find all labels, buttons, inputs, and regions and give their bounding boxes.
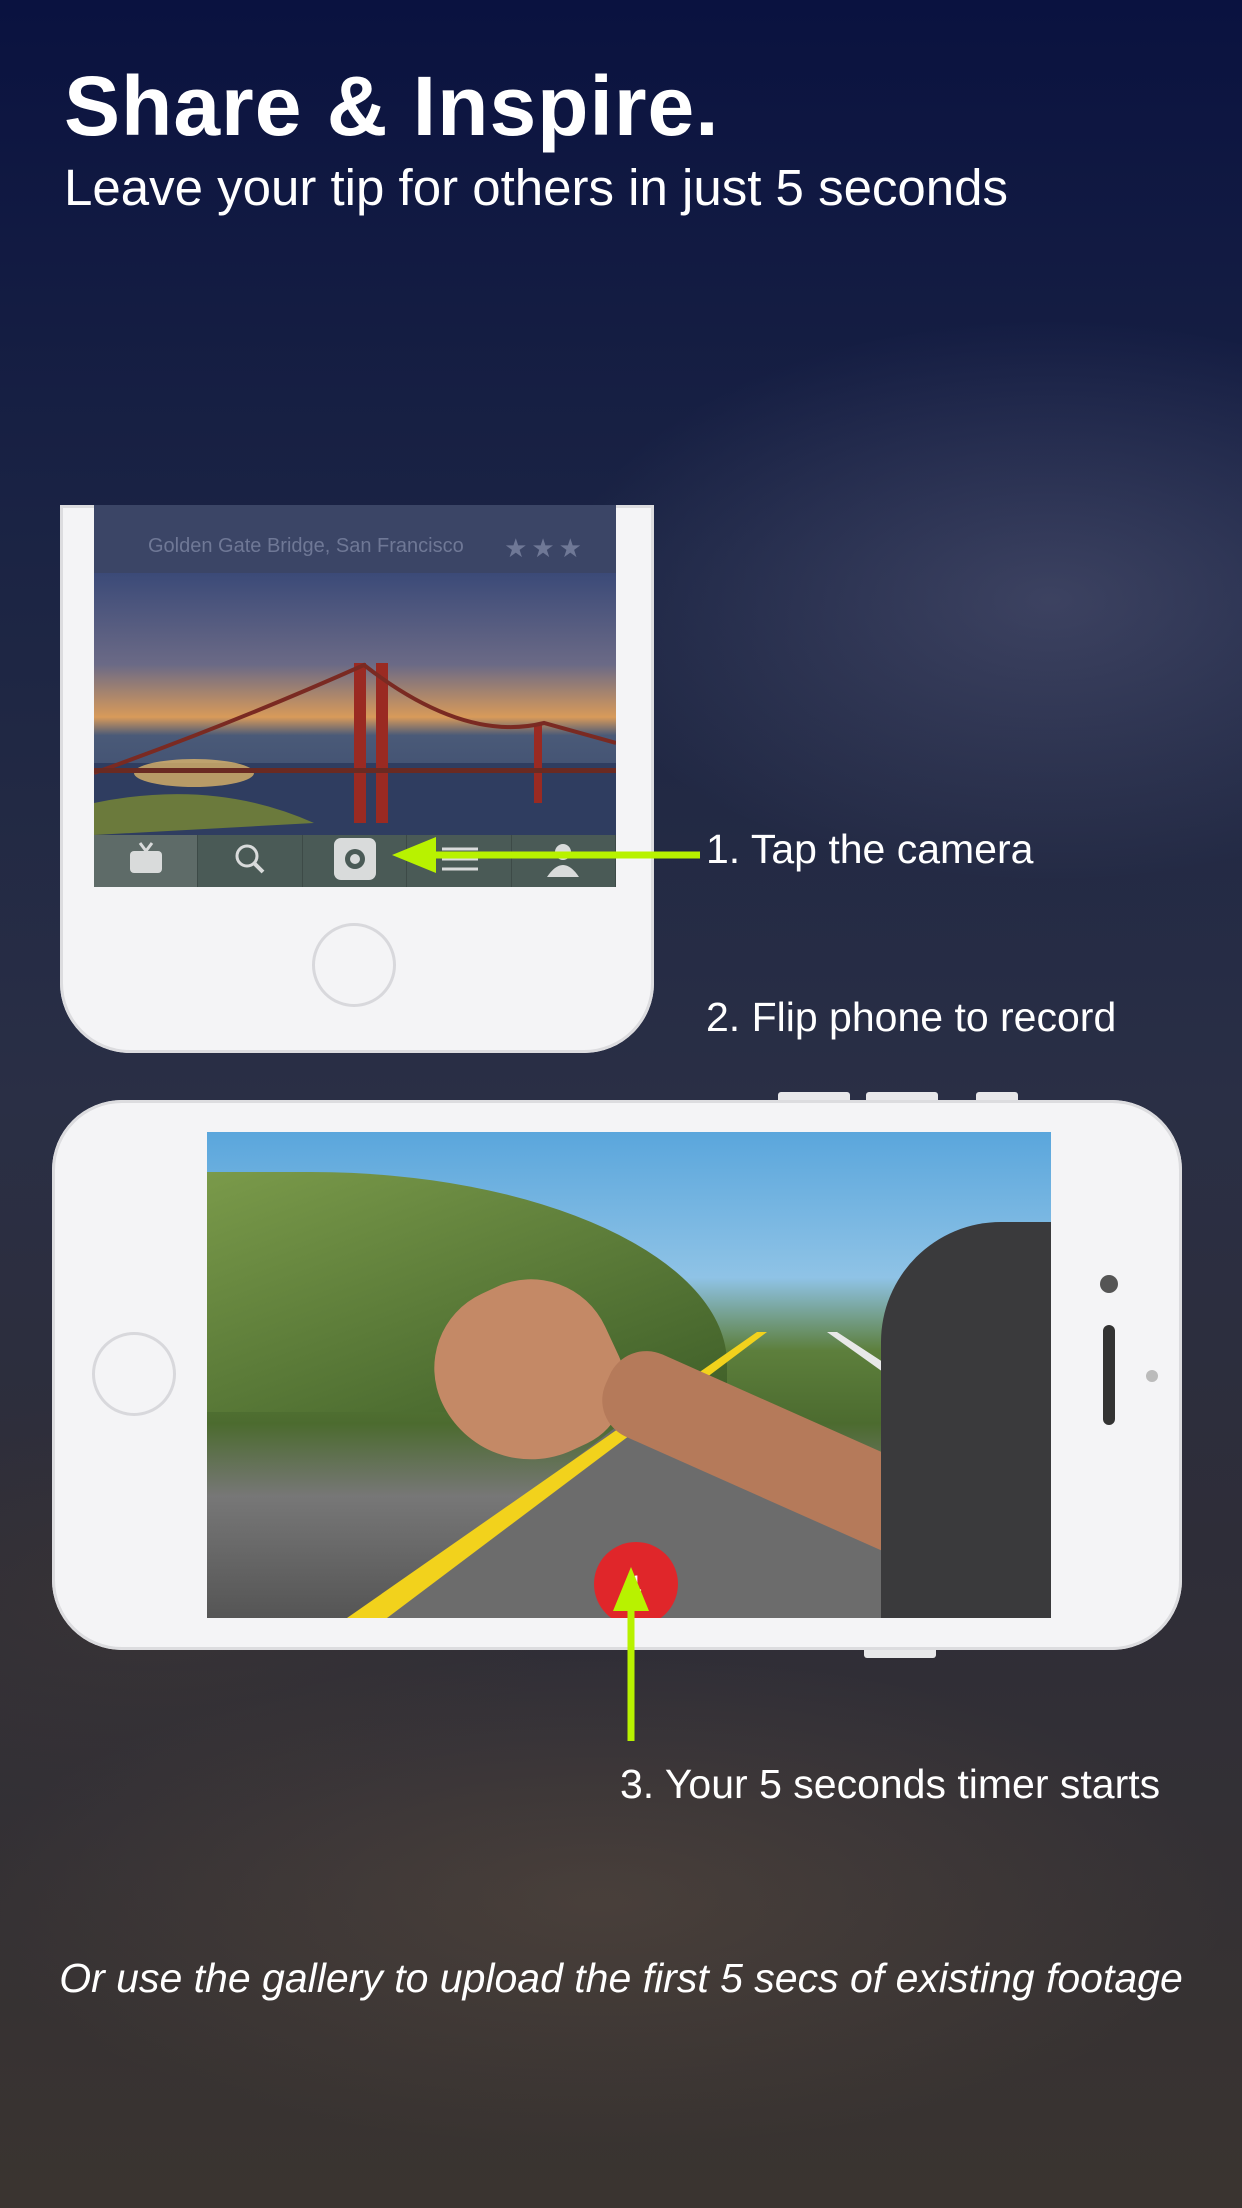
camera-viewfinder: 1 (207, 1132, 1051, 1618)
power-button (864, 1650, 936, 1658)
step-3-label: 3. Your 5 seconds timer starts (620, 1761, 1161, 1807)
home-button (312, 923, 396, 1007)
volume-button (778, 1092, 850, 1100)
speaker-grille (1103, 1325, 1115, 1425)
proximity-sensor (1146, 1370, 1158, 1382)
tab-search[interactable] (198, 835, 303, 887)
golden-gate-photo (94, 573, 616, 835)
front-camera (1100, 1275, 1118, 1293)
rating-stars: ★★★ (504, 533, 586, 563)
location-bar: Golden Gate Bridge, San Francisco ★★★ (94, 505, 616, 573)
arrow-to-camera (392, 837, 700, 873)
subheadline: Leave your tip for others in just 5 seco… (64, 159, 1009, 216)
tv-icon (126, 839, 166, 884)
location-text: Golden Gate Bridge, San Francisco (148, 535, 464, 557)
search-icon (230, 839, 270, 884)
camera-icon (332, 836, 378, 887)
car-window-frame (881, 1222, 1051, 1618)
gallery-note: Or use the gallery to upload the first 5… (59, 1955, 1183, 2001)
step-1-label: 1. Tap the camera (706, 826, 1034, 872)
portrait-phone-screen: Golden Gate Bridge, San Francisco ★★★ (94, 505, 616, 887)
step-2-label: 2. Flip phone to record (706, 994, 1117, 1040)
headline: Share & Inspire. (64, 59, 720, 153)
arrow-to-timer (613, 1567, 649, 1741)
portrait-phone: Golden Gate Bridge, San Francisco ★★★ (60, 505, 654, 1053)
volume-button (866, 1092, 938, 1100)
tab-tv[interactable] (94, 835, 199, 887)
home-button (92, 1332, 176, 1416)
mute-switch (976, 1092, 1018, 1100)
